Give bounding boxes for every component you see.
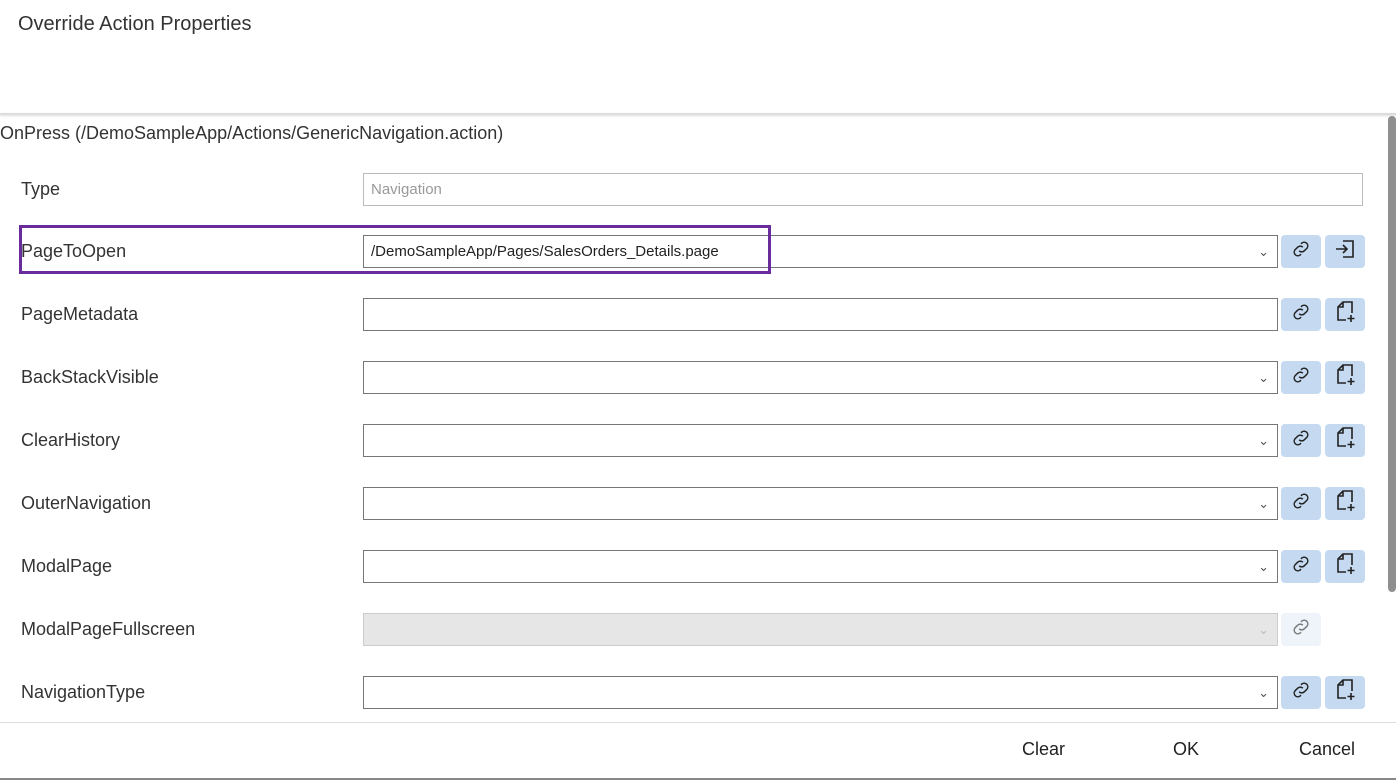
link-icon <box>1290 301 1312 328</box>
link-icon <box>1290 490 1312 517</box>
bind-link-button[interactable] <box>1281 298 1321 331</box>
footer-divider <box>0 722 1396 723</box>
chevron-down-icon: ⌄ <box>1258 685 1269 700</box>
highlight-box <box>19 225 771 274</box>
row-label: OuterNavigation <box>21 493 152 513</box>
bind-link-button[interactable] <box>1281 487 1321 520</box>
new-file-icon <box>1334 489 1356 518</box>
row-select[interactable]: ⌄ <box>363 676 1278 709</box>
row-label: BackStackVisible <box>21 367 159 387</box>
row-select: ⌄ <box>363 613 1278 646</box>
new-file-icon <box>1334 300 1356 329</box>
header-divider <box>0 113 1396 115</box>
bind-link-button[interactable] <box>1281 424 1321 457</box>
row-select[interactable] <box>363 298 1278 331</box>
link-icon <box>1290 238 1312 265</box>
row-select[interactable]: ⌄ <box>363 487 1278 520</box>
create-file-button[interactable] <box>1325 298 1365 331</box>
create-file-button[interactable] <box>1325 424 1365 457</box>
create-file-button[interactable] <box>1325 487 1365 520</box>
row-select[interactable]: ⌄ <box>363 424 1278 457</box>
row-select[interactable]: ⌄ <box>363 550 1278 583</box>
bind-link-button[interactable] <box>1281 235 1321 268</box>
open-page-button[interactable] <box>1325 235 1365 268</box>
new-file-icon <box>1334 363 1356 392</box>
type-label: Type <box>21 179 61 199</box>
link-icon <box>1290 616 1312 643</box>
create-file-button[interactable] <box>1325 676 1365 709</box>
chevron-down-icon: ⌄ <box>1258 496 1269 511</box>
bind-link-button[interactable] <box>1281 361 1321 394</box>
bind-link-button[interactable] <box>1281 550 1321 583</box>
row-label: NavigationType <box>21 682 146 702</box>
chevron-down-icon: ⌄ <box>1258 559 1269 574</box>
section-title: OnPress (/DemoSampleApp/Actions/GenericN… <box>0 123 504 143</box>
bind-link-button <box>1281 613 1321 646</box>
create-file-button[interactable] <box>1325 361 1365 394</box>
chevron-down-icon: ⌄ <box>1258 433 1269 448</box>
link-icon <box>1290 679 1312 706</box>
ok-button[interactable]: OK <box>1173 739 1199 760</box>
chevron-down-icon: ⌄ <box>1258 244 1269 259</box>
new-file-icon <box>1334 426 1356 455</box>
clear-button[interactable]: Clear <box>1022 739 1065 760</box>
row-label: PageMetadata <box>21 304 139 324</box>
type-placeholder: Navigation <box>371 181 442 198</box>
chevron-down-icon: ⌄ <box>1258 370 1269 385</box>
link-icon <box>1290 553 1312 580</box>
type-input[interactable]: Navigation <box>363 173 1363 206</box>
open-page-icon <box>1333 238 1357 265</box>
create-file-button[interactable] <box>1325 550 1365 583</box>
link-icon <box>1290 364 1312 391</box>
new-file-icon <box>1334 552 1356 581</box>
bind-link-button[interactable] <box>1281 676 1321 709</box>
scrollbar[interactable] <box>1388 116 1396 592</box>
dialog-title: Override Action Properties <box>18 13 252 35</box>
cancel-button[interactable]: Cancel <box>1299 739 1355 760</box>
row-select[interactable]: ⌄ <box>363 361 1278 394</box>
new-file-icon <box>1334 678 1356 707</box>
row-label: ModalPage <box>21 556 113 576</box>
row-label: ClearHistory <box>21 430 121 450</box>
link-icon <box>1290 427 1312 454</box>
chevron-down-icon: ⌄ <box>1258 622 1269 637</box>
row-label: ModalPageFullscreen <box>21 619 196 639</box>
